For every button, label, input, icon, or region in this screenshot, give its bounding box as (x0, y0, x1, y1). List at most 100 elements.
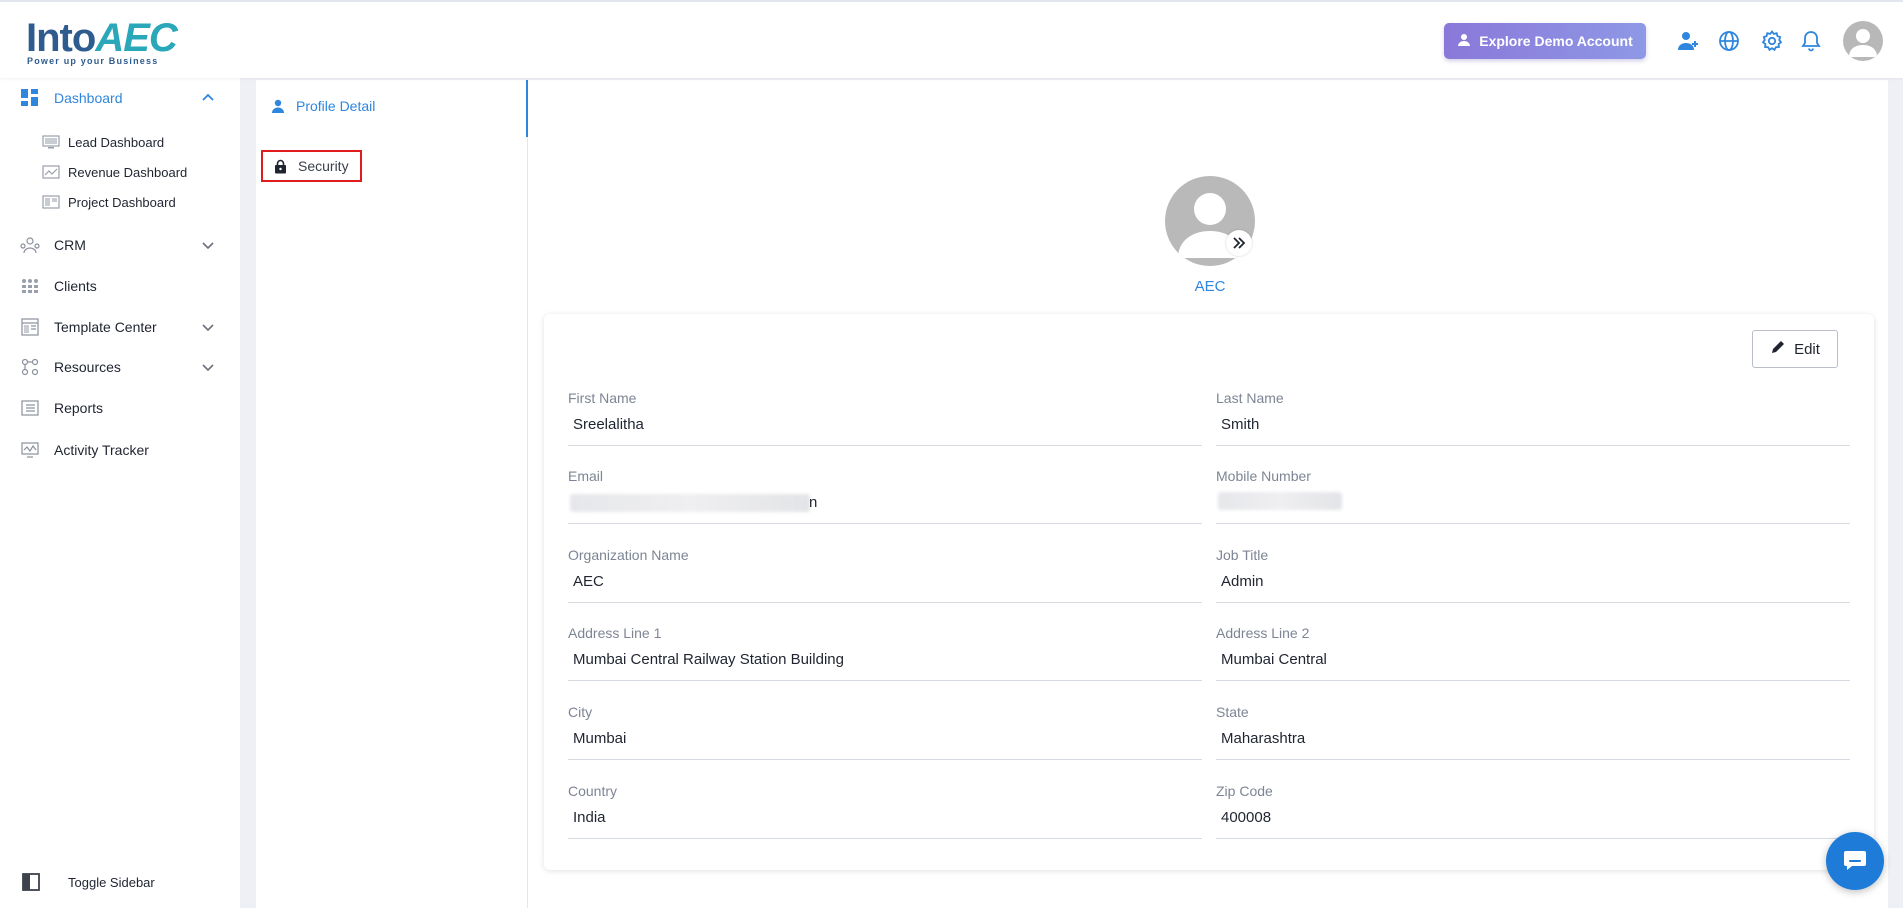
resources-icon (20, 357, 40, 377)
field-value: 400008 (1221, 809, 1272, 826)
revenue-chart-icon (42, 165, 60, 179)
tab-security[interactable]: Security (261, 150, 362, 182)
sidebar-subitem-label: Revenue Dashboard (68, 164, 188, 180)
field-label: City (568, 704, 593, 720)
field-label: Mobile Number (1216, 468, 1311, 484)
field-label: Job Title (1216, 547, 1269, 563)
gear-icon[interactable] (1759, 28, 1785, 54)
sidebar-subitem-label: Project Dashboard (68, 194, 176, 210)
chat-bubble-icon (1843, 849, 1867, 874)
sidebar-item-label: Template Center (54, 319, 157, 335)
sidebar-subitem-project-dashboard[interactable]: Project Dashboard (0, 189, 240, 215)
organization-name-field[interactable]: Organization Name AEC (568, 547, 1202, 603)
field-label: State (1216, 704, 1249, 720)
field-value: Smith (1221, 416, 1260, 433)
redacted-value (570, 494, 810, 512)
sidebar-item-label: Activity Tracker (54, 442, 149, 458)
chevron-up-icon[interactable] (200, 90, 216, 106)
field-label: Email (568, 468, 604, 484)
double-chevron-right-icon[interactable] (1226, 230, 1252, 256)
toggle-sidebar-button[interactable]: Toggle Sidebar (0, 862, 240, 902)
field-value: Admin (1221, 573, 1264, 590)
address-line-2-field[interactable]: Address Line 2 Mumbai Central (1216, 625, 1850, 681)
mobile-number-field[interactable]: Mobile Number (1216, 468, 1850, 524)
chevron-down-icon[interactable] (200, 237, 216, 253)
field-value: n (809, 494, 818, 511)
sidebar-item-reports[interactable]: Reports (0, 390, 240, 426)
sidebar-item-activity-tracker[interactable]: Activity Tracker (0, 432, 240, 468)
logo-main-text: Into (26, 16, 96, 60)
field-label: Last Name (1216, 390, 1284, 406)
sidebar-subitem-label: Lead Dashboard (68, 134, 165, 150)
sidebar-item-template-center[interactable]: Template Center (0, 309, 240, 345)
field-label: Address Line 1 (568, 625, 662, 641)
chat-support-button[interactable] (1826, 832, 1884, 890)
person-icon (270, 98, 286, 114)
edit-button-label: Edit (1794, 340, 1820, 358)
pencil-icon (1770, 339, 1786, 359)
project-board-icon (42, 195, 60, 209)
add-user-icon[interactable] (1675, 28, 1701, 54)
edit-button[interactable]: Edit (1752, 330, 1838, 368)
zip-code-field[interactable]: Zip Code 400008 (1216, 783, 1850, 839)
sidebar-item-resources[interactable]: Resources (0, 349, 240, 385)
top-header: IntoAEC Power up your Business Explore D… (0, 0, 1903, 78)
logo-accent-text: AEC (95, 16, 177, 60)
chevron-down-icon[interactable] (200, 319, 216, 335)
email-field[interactable]: Email n (568, 468, 1202, 524)
lock-icon (272, 158, 288, 174)
field-value: Maharashtra (1221, 730, 1306, 747)
sidebar-item-label: Clients (54, 278, 97, 294)
profile-main-content: AEC Edit First Name Sreelalitha Last Nam… (528, 80, 1888, 908)
field-value: AEC (573, 573, 604, 590)
template-icon (20, 317, 40, 337)
demo-button-label: Explore Demo Account (1479, 33, 1633, 49)
redacted-value (1218, 492, 1342, 510)
sidebar-item-label: Reports (54, 400, 104, 416)
sidebar-item-label: Resources (54, 359, 121, 375)
reports-list-icon (20, 398, 40, 418)
logo-wordmark: IntoAEC (26, 16, 178, 60)
country-field[interactable]: Country India (568, 783, 1202, 839)
job-title-field[interactable]: Job Title Admin (1216, 547, 1850, 603)
profile-display-name: AEC (1194, 278, 1226, 295)
field-label: Organization Name (568, 547, 689, 563)
sidebar-subitem-revenue-dashboard[interactable]: Revenue Dashboard (0, 159, 240, 185)
address-line-1-field[interactable]: Address Line 1 Mumbai Central Railway St… (568, 625, 1202, 681)
field-label: First Name (568, 390, 637, 406)
field-value: Mumbai Central (1221, 651, 1327, 668)
toggle-sidebar-label: Toggle Sidebar (68, 874, 155, 890)
last-name-field[interactable]: Last Name Smith (1216, 390, 1850, 446)
field-value: Mumbai (573, 730, 627, 747)
field-label: Zip Code (1216, 783, 1273, 799)
tab-label: Profile Detail (296, 98, 376, 114)
bell-icon[interactable] (1798, 28, 1824, 54)
intoaec-logo[interactable]: IntoAEC Power up your Business (26, 12, 178, 70)
user-badge-icon (1457, 33, 1471, 50)
field-value: Sreelalitha (573, 416, 644, 433)
user-avatar-icon[interactable] (1843, 21, 1883, 61)
sidebar-item-clients[interactable]: Clients (0, 268, 240, 304)
logo-tagline: Power up your Business (27, 56, 159, 66)
globe-icon[interactable] (1716, 28, 1742, 54)
field-value: Mumbai Central Railway Station Building (573, 651, 844, 668)
sidebar-item-dashboard[interactable]: Dashboard (0, 80, 240, 116)
first-name-field[interactable]: First Name Sreelalitha (568, 390, 1202, 446)
activity-monitor-icon (20, 440, 40, 460)
tab-label: Security (298, 158, 349, 174)
sidebar: Dashboard Lead Dashboard Revenue Dashboa… (0, 78, 240, 908)
profile-details-card: Edit First Name Sreelalitha Last Name Sm… (544, 314, 1874, 870)
clients-group-icon (20, 276, 40, 296)
tab-profile-detail[interactable]: Profile Detail (270, 98, 375, 114)
sidebar-item-crm[interactable]: CRM (0, 227, 240, 263)
city-field[interactable]: City Mumbai (568, 704, 1202, 760)
chevron-down-icon[interactable] (200, 359, 216, 375)
state-field[interactable]: State Maharashtra (1216, 704, 1850, 760)
sidebar-subitem-lead-dashboard[interactable]: Lead Dashboard (0, 129, 240, 155)
field-label: Country (568, 783, 618, 799)
profile-tabs-panel: Profile Detail Security (256, 80, 528, 908)
sidebar-item-label: CRM (54, 237, 86, 253)
monitor-icon (42, 135, 60, 149)
crm-network-icon (20, 235, 40, 255)
explore-demo-account-button[interactable]: Explore Demo Account (1444, 23, 1646, 59)
